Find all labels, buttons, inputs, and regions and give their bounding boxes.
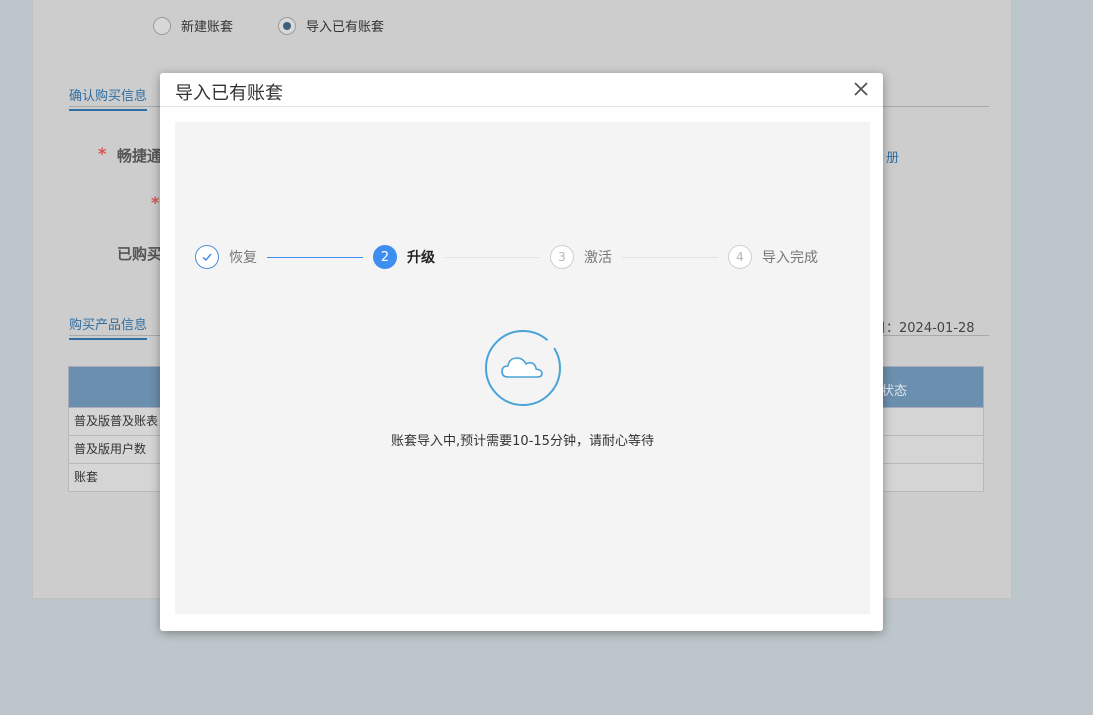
check-icon: [202, 253, 212, 262]
step-restore: 恢复: [195, 245, 257, 269]
account-type-radio-group: 新建账套 导入已有账套: [153, 16, 429, 35]
required-marker: *: [151, 193, 160, 212]
step-number: 4: [728, 245, 752, 269]
import-status-text: 账套导入中,预计需要10-15分钟，请耐心等待: [391, 434, 654, 449]
step-activate: 3 激活: [550, 245, 612, 269]
required-marker: *: [98, 144, 107, 163]
date-text: 日：2024-01-28: [873, 321, 975, 336]
cloud-icon: [501, 357, 543, 378]
import-account-dialog: 导入已有账套 恢复 2 升级 3 激活 4 导入完成 账套导入中,预计需要10-…: [160, 73, 883, 631]
dialog-title: 导入已有账套: [175, 83, 283, 104]
step-label: 恢复: [229, 250, 257, 266]
step-number: 2: [373, 245, 397, 269]
radio-import-account-label: 导入已有账套: [306, 20, 385, 35]
field-label-purchased: 已购买: [117, 245, 163, 263]
loading-spinner: [485, 330, 561, 406]
step-label: 升级: [407, 250, 435, 266]
table-header-status: 状态: [881, 384, 908, 399]
step-connector: [622, 257, 718, 258]
section-title-confirm: 确认购买信息: [69, 85, 148, 111]
field-label-product: 畅捷通: [117, 147, 163, 165]
step-label: 激活: [584, 250, 612, 266]
close-icon[interactable]: [852, 80, 870, 98]
radio-import-account[interactable]: 导入已有账套: [278, 16, 384, 35]
step-done-circle: [195, 245, 219, 269]
step-connector: [445, 257, 540, 258]
radio-import-account-circle[interactable]: [278, 16, 297, 35]
progress-steps: 恢复 2 升级 3 激活 4 导入完成: [195, 245, 855, 273]
radio-new-account-circle[interactable]: [153, 16, 171, 35]
step-upgrade: 2 升级: [373, 245, 435, 269]
step-complete: 4 导入完成: [728, 245, 818, 269]
step-label: 导入完成: [762, 250, 818, 266]
step-connector: [267, 257, 363, 258]
step-number: 3: [550, 245, 574, 269]
section-title-products: 购买产品信息: [69, 314, 148, 340]
radio-new-account[interactable]: 新建账套: [153, 16, 233, 35]
dialog-body: 恢复 2 升级 3 激活 4 导入完成 账套导入中,预计需要10-15分钟，请耐…: [175, 122, 870, 614]
radio-new-account-label: 新建账套: [181, 20, 234, 35]
register-link[interactable]: 册: [886, 147, 899, 166]
dialog-header: 导入已有账套: [160, 73, 883, 107]
